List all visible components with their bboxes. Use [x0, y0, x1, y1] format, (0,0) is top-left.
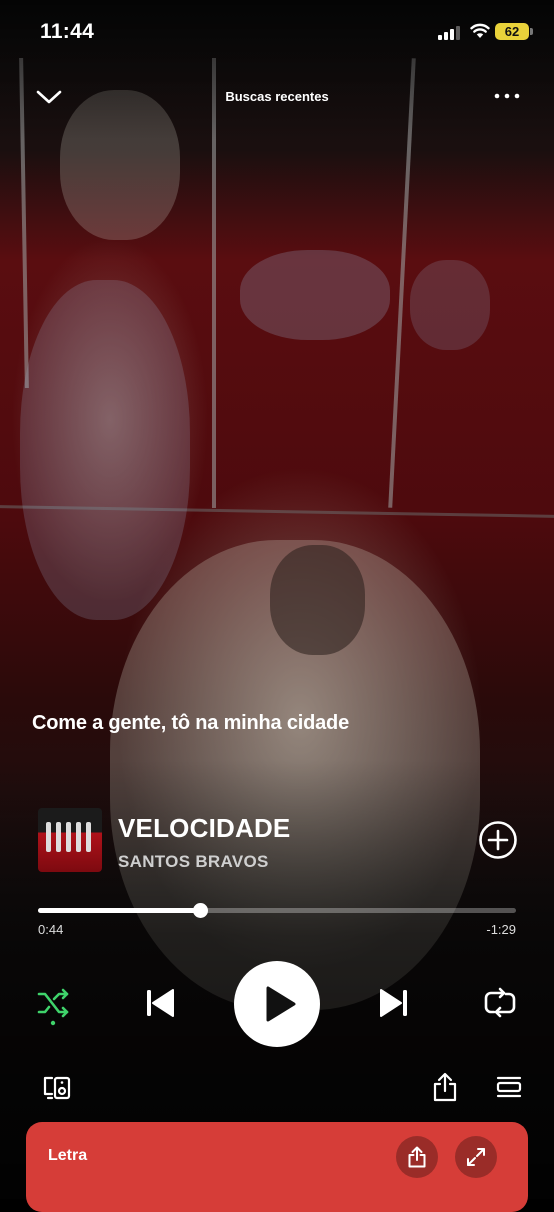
skip-previous-icon[interactable]	[142, 985, 178, 1021]
lyrics-share-button[interactable]	[396, 1136, 438, 1178]
progress-fill	[38, 908, 200, 913]
album-cover[interactable]	[38, 808, 102, 872]
dancer-figure	[240, 250, 390, 340]
progress-bar[interactable]	[38, 903, 516, 918]
more-icon[interactable]	[492, 86, 522, 106]
dancer-figure	[20, 280, 190, 620]
progress-knob[interactable]	[192, 903, 208, 918]
battery-indicator: 62	[495, 23, 529, 40]
status-time: 11:44	[40, 20, 95, 43]
devices-icon[interactable]	[42, 1072, 72, 1102]
wifi-icon	[470, 23, 490, 38]
add-to-library-icon[interactable]	[478, 820, 518, 860]
share-icon	[408, 1146, 426, 1168]
share-icon[interactable]	[432, 1072, 458, 1102]
battery-cap	[530, 28, 533, 35]
status-bar: 11:44 62	[0, 0, 554, 60]
play-icon	[266, 986, 296, 1022]
dancer-figure	[410, 260, 490, 350]
skip-next-icon[interactable]	[376, 985, 412, 1021]
player-context-title: Buscas recentes	[225, 89, 329, 104]
lyrics-card-label: Letra	[48, 1147, 88, 1164]
lyrics-expand-button[interactable]	[455, 1136, 497, 1178]
dancer-head	[270, 545, 365, 655]
shuffle-icon[interactable]	[36, 986, 72, 1026]
play-button[interactable]	[234, 961, 320, 1047]
cellular-signal-icon	[438, 26, 464, 40]
track-title[interactable]: VELOCIDADE	[118, 813, 290, 844]
remaining-time: -1:29	[486, 922, 516, 937]
lyric-line: Come a gente, tô na minha cidade	[32, 712, 349, 734]
expand-icon	[467, 1148, 485, 1166]
track-artist[interactable]: SANTOS BRAVOS	[118, 852, 269, 872]
elapsed-time: 0:44	[38, 922, 64, 937]
repeat-icon[interactable]	[482, 985, 518, 1021]
queue-icon[interactable]	[496, 1074, 522, 1100]
